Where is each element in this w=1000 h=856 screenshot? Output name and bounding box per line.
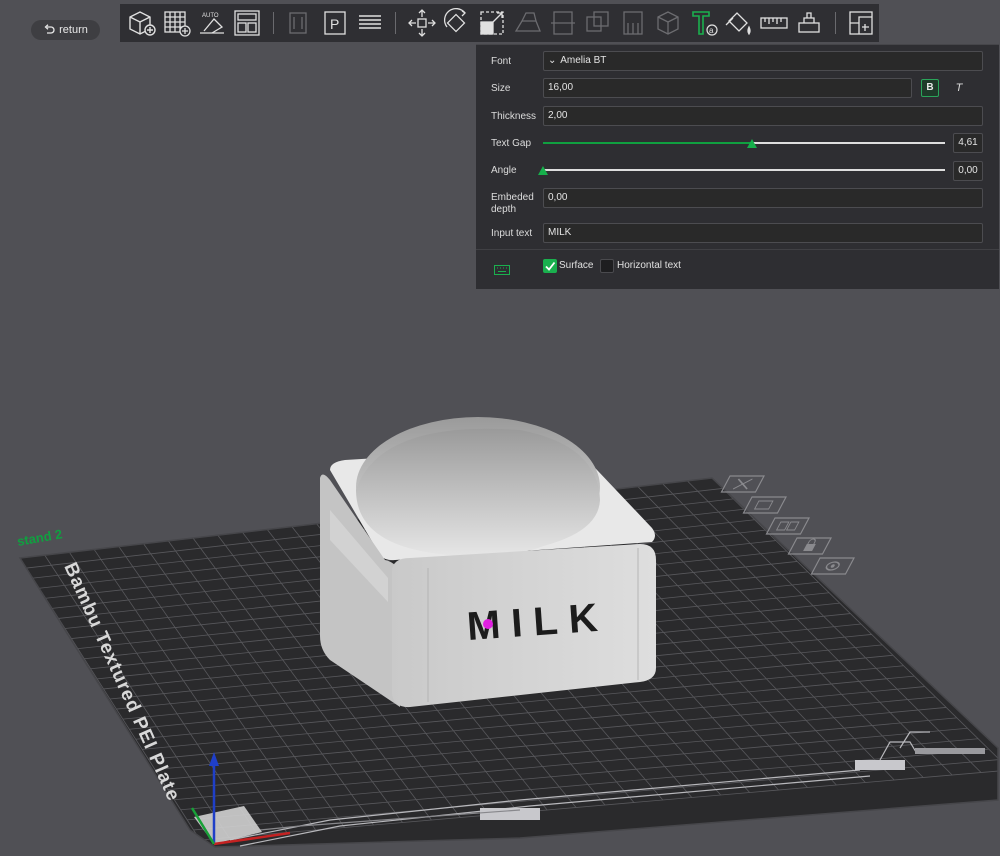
size-label: Size [491, 83, 511, 94]
arrange-plate-icon[interactable] [765, 517, 810, 535]
settings-icon[interactable] [810, 557, 855, 575]
lock-icon[interactable] [787, 537, 832, 555]
surface-label: Surface [559, 260, 594, 271]
horizontal-text-label: Horizontal text [617, 260, 681, 271]
return-label: return [59, 24, 88, 36]
paint-bucket-icon[interactable] [721, 5, 756, 41]
model-cup[interactable]: MILK [320, 417, 656, 708]
bold-button[interactable]: B [921, 79, 939, 97]
text-gap-label: Text Gap [491, 138, 532, 149]
auto-orient-icon[interactable]: AUTO [194, 5, 229, 41]
angle-slider[interactable] [538, 166, 945, 175]
undo-arrow-icon [44, 24, 55, 34]
scale-icon[interactable] [475, 5, 510, 41]
text-gap-fill [543, 142, 753, 144]
check-icon [545, 261, 556, 271]
cut-icon[interactable] [545, 5, 580, 41]
rotate-icon[interactable] [440, 5, 475, 41]
seam-paint-icon[interactable] [651, 5, 686, 41]
grid-plus-icon[interactable] [159, 5, 194, 41]
embeded-depth-label: Embeded depth [491, 192, 534, 215]
variable-layer-icon[interactable] [844, 5, 879, 41]
plate-name[interactable]: stand 2 [16, 526, 63, 549]
chevron-down-icon: ⌄ [548, 55, 557, 66]
thickness-input[interactable]: 2,00 [543, 106, 983, 126]
angle-label: Angle [491, 165, 517, 176]
angle-input[interactable]: 0,00 [953, 161, 983, 181]
font-value: Amelia BT [560, 55, 607, 66]
thickness-label: Thickness [491, 111, 537, 122]
text-cursor-point [483, 619, 493, 629]
input-text-label: Input text [491, 228, 533, 239]
text-gap-input[interactable]: 4,61 [953, 133, 983, 153]
svg-text:AUTO: AUTO [202, 13, 219, 19]
input-text-field[interactable]: MILK [543, 223, 983, 243]
svg-text:a: a [709, 26, 714, 35]
toolbar-separator [272, 12, 274, 34]
angle-handle[interactable] [538, 166, 548, 175]
toolbar-separator [395, 12, 397, 34]
assembly-icon[interactable] [792, 5, 827, 41]
toolbar-separator [834, 12, 836, 34]
text-gap-slider[interactable] [543, 139, 945, 148]
p-split-icon[interactable]: P [317, 5, 352, 41]
horizontal-text-checkbox[interactable] [600, 259, 614, 273]
keyboard-icon[interactable] [494, 265, 510, 275]
close-icon[interactable] [720, 475, 765, 493]
svg-text:P: P [330, 16, 339, 32]
size-input[interactable]: 16,00 [543, 78, 912, 98]
text-tool-panel: Font ⌄ Amelia BT Size 16,00 B T Thicknes… [476, 44, 999, 289]
embeded-depth-input[interactable]: 0,00 [543, 188, 983, 208]
support-paint-icon[interactable] [616, 5, 651, 41]
surface-checkbox[interactable] [543, 259, 557, 273]
font-select[interactable]: ⌄ Amelia BT [543, 51, 983, 71]
arrange-icon[interactable] [230, 5, 265, 41]
boolean-icon[interactable] [580, 5, 615, 41]
lay-face-icon[interactable] [510, 5, 545, 41]
main-toolbar: AUTO P a [120, 4, 879, 42]
font-label: Font [491, 56, 512, 67]
move-icon[interactable] [404, 5, 439, 41]
return-button[interactable]: return [31, 20, 100, 40]
auto-orient-plate-icon[interactable] [742, 496, 787, 514]
cube-plus-icon[interactable] [124, 5, 159, 41]
italic-button[interactable]: T [950, 79, 968, 97]
text-tool-icon[interactable]: a [686, 5, 721, 41]
panel-divider [476, 249, 999, 250]
text-gap-handle[interactable] [747, 139, 758, 148]
split-icon[interactable] [282, 5, 317, 41]
ruler-icon[interactable] [756, 5, 791, 41]
layers-icon[interactable] [352, 5, 387, 41]
